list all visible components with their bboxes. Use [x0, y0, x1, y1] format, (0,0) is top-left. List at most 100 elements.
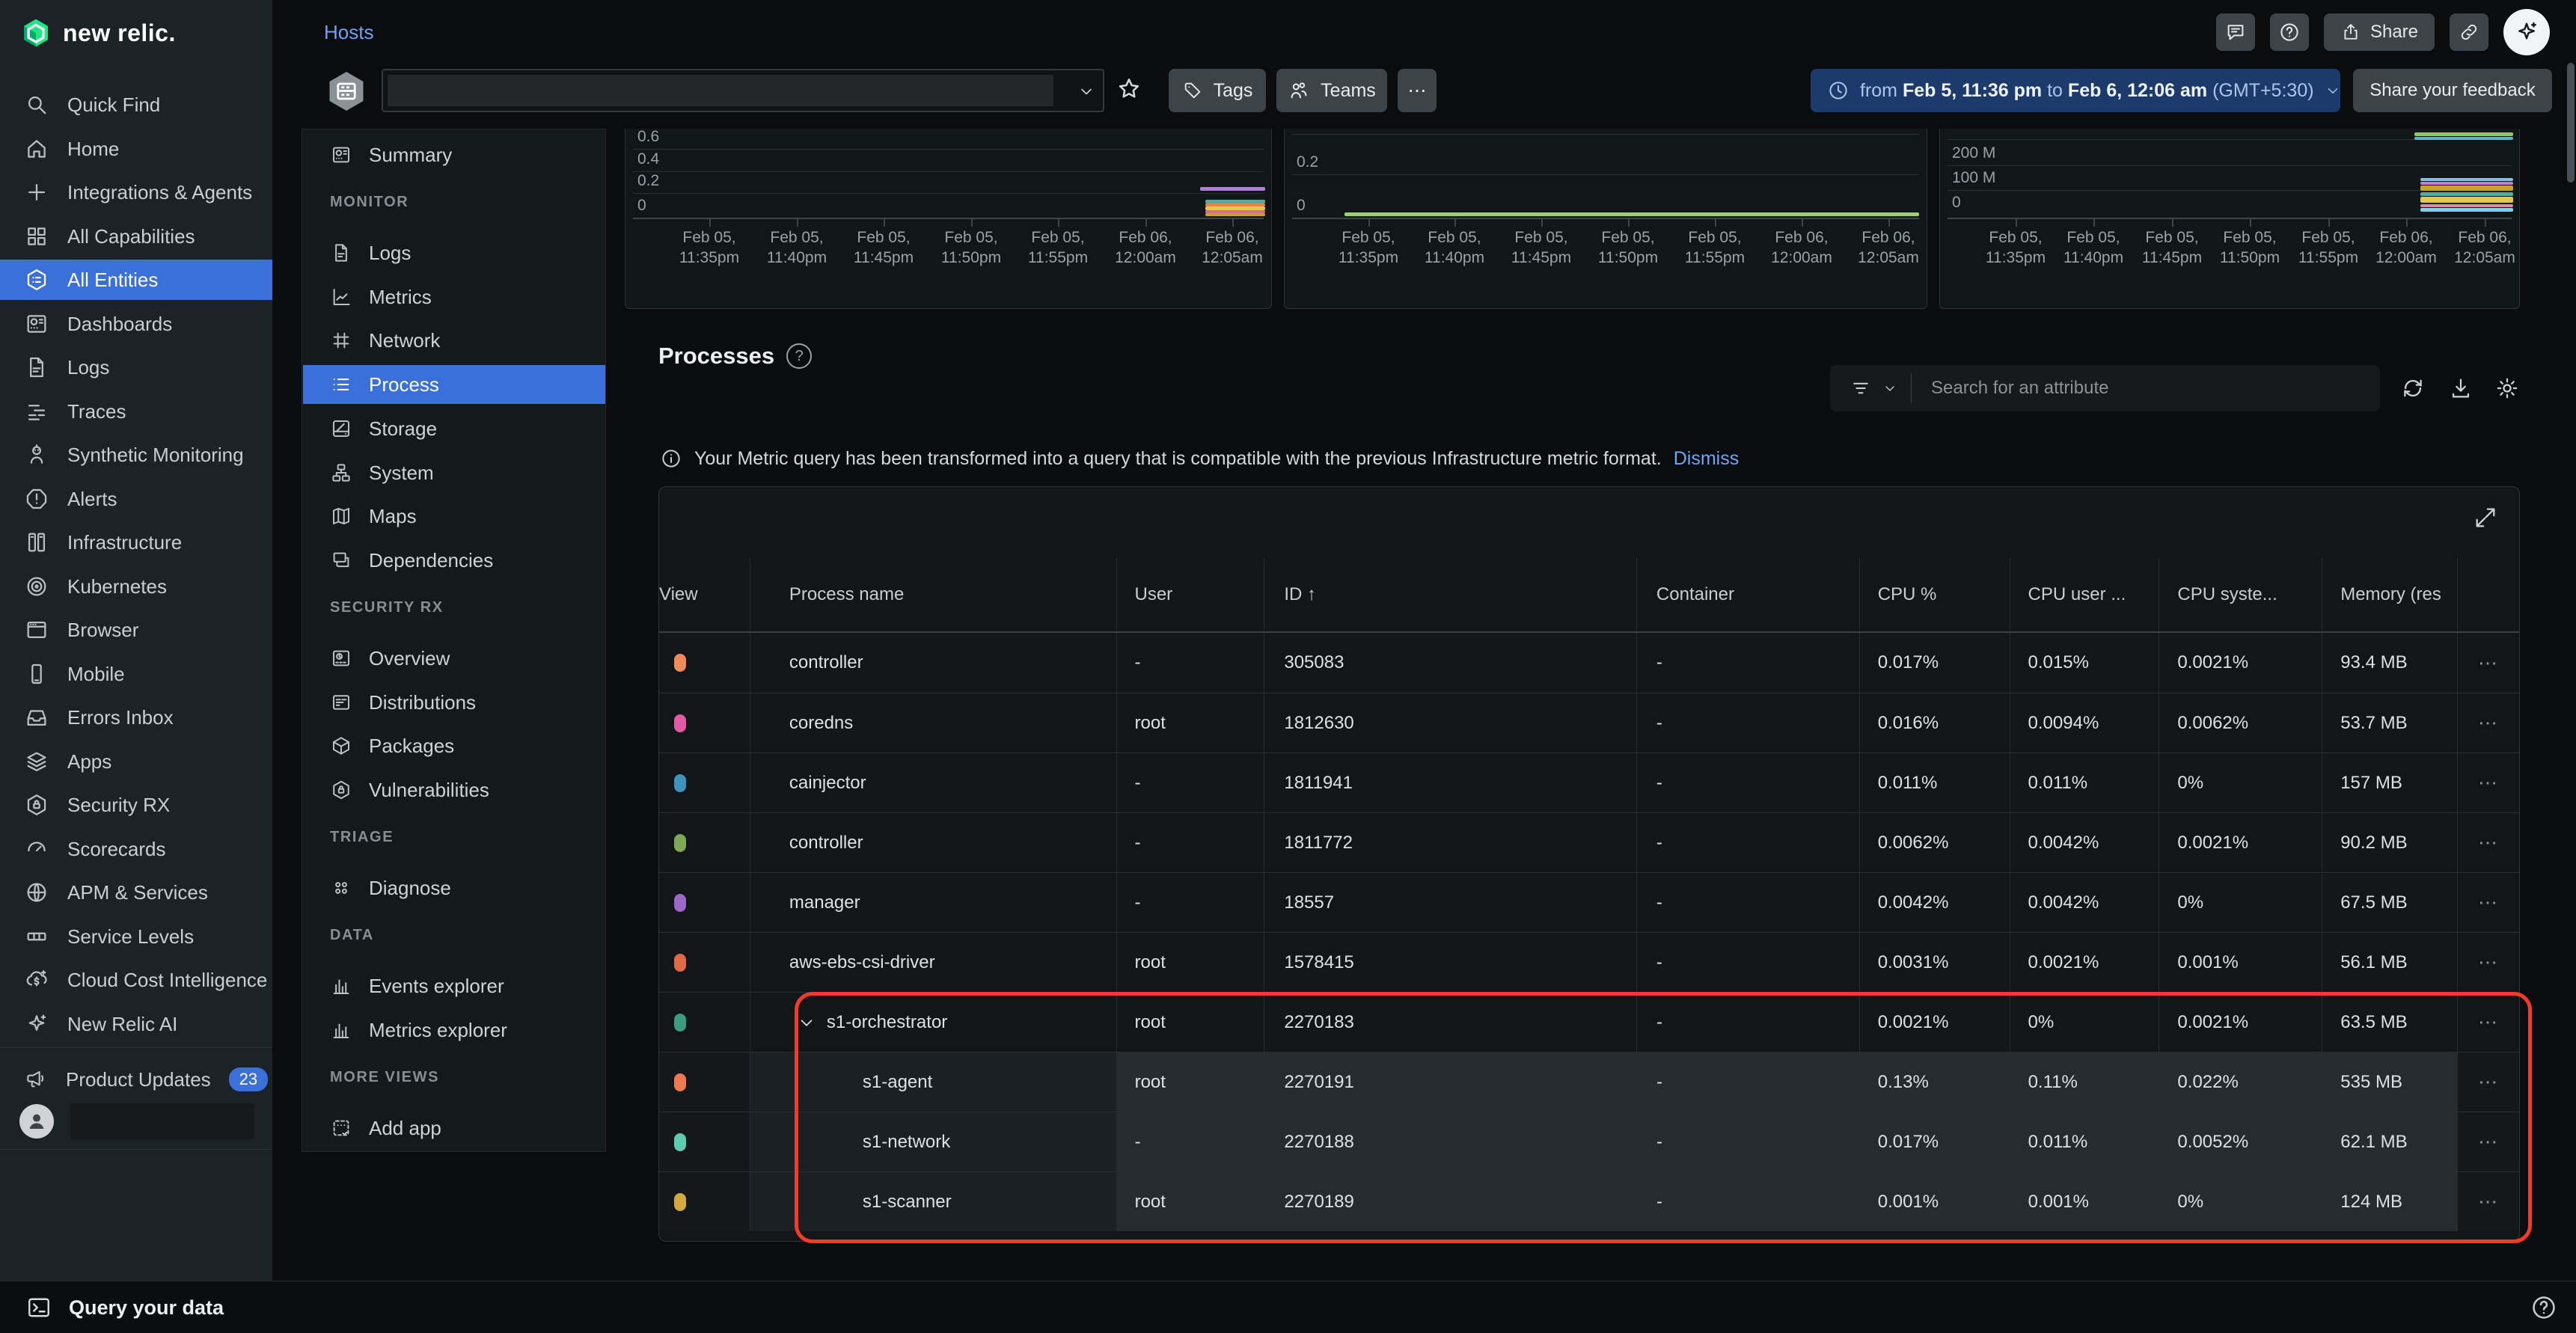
table-row-s1-orchestrator[interactable]: s1-orchestratorroot2270183-0.0021%0%0.00…	[659, 992, 2519, 1052]
host-nav-item-system[interactable]: System	[303, 453, 605, 492]
table-row-manager[interactable]: manager-18557-0.0042%0.0042%0%67.5 MB⋯	[659, 872, 2519, 932]
host-nav-item-events-explorer[interactable]: Events explorer	[303, 966, 605, 1005]
sidebar-item-product-updates[interactable]: Product Updates 23	[0, 1059, 272, 1100]
host-nav-item-distributions[interactable]: Distributions	[303, 683, 605, 722]
sidebar-item-synthetic-monitoring[interactable]: Synthetic Monitoring	[0, 435, 272, 475]
sidebar-item-scorecards[interactable]: Scorecards	[0, 829, 272, 869]
sidebar-item-apm-services[interactable]: APM & Services	[0, 872, 272, 913]
table-row-cainjector[interactable]: cainjector-1811941-0.011%0.011%0%157 MB⋯	[659, 753, 2519, 812]
help-button[interactable]	[2270, 13, 2309, 51]
user-account-row[interactable]	[0, 1101, 272, 1142]
sidebar-item-alerts[interactable]: Alerts	[0, 479, 272, 519]
filter-icon[interactable]	[1850, 377, 1872, 399]
new-relic-logo[interactable]: new relic.	[19, 16, 176, 49]
column-header-menu[interactable]	[2458, 558, 2519, 631]
host-nav-item-logs[interactable]: Logs	[303, 233, 605, 272]
sidebar-item-logs[interactable]: Logs	[0, 347, 272, 387]
chevron-down-icon[interactable]	[1882, 381, 1897, 396]
help-circle-icon[interactable]: ?	[786, 343, 812, 369]
row-menu-button[interactable]: ⋯	[2458, 993, 2519, 1052]
query-your-data-button[interactable]: Query your data	[25, 1294, 224, 1321]
sidebar-item-kubernetes[interactable]: Kubernetes	[0, 566, 272, 607]
feedback-button[interactable]: Share your feedback	[2353, 69, 2552, 112]
sidebar-item-service-levels[interactable]: Service Levels	[0, 916, 272, 957]
scrollbar-thumb[interactable]	[2567, 63, 2575, 183]
breadcrumb[interactable]: Hosts	[324, 21, 373, 44]
sidebar-item-all-entities[interactable]: All Entities	[0, 260, 272, 300]
more-actions-button[interactable]: ⋯	[1398, 69, 1437, 112]
column-header-view[interactable]: View	[659, 558, 750, 631]
row-menu-button[interactable]: ⋯	[2458, 693, 2519, 753]
table-row-s1-scanner[interactable]: s1-scannerroot2270189-0.001%0.001%0%124 …	[659, 1171, 2519, 1231]
column-header-cpu[interactable]: CPU %	[1860, 558, 2010, 631]
host-nav-item-maps[interactable]: Maps	[303, 497, 605, 536]
host-nav-item-dependencies[interactable]: Dependencies	[303, 541, 605, 580]
column-header-memory-res[interactable]: Memory (res	[2322, 558, 2458, 631]
sidebar-item-mobile[interactable]: Mobile	[0, 654, 272, 694]
host-nav-item-process[interactable]: Process	[303, 365, 605, 404]
table-row-controller[interactable]: controller-1811772-0.0062%0.0042%0.0021%…	[659, 812, 2519, 872]
feedback-comment-button[interactable]	[2216, 13, 2255, 51]
host-nav-item-summary[interactable]: Summary	[303, 135, 605, 174]
row-menu-button[interactable]: ⋯	[2458, 813, 2519, 872]
ai-assistant-button[interactable]	[2503, 9, 2550, 55]
host-nav-item-network[interactable]: Network	[303, 321, 605, 360]
column-header-process-name[interactable]: Process name	[750, 558, 1117, 631]
row-menu-button[interactable]: ⋯	[2458, 1172, 2519, 1231]
column-header-cpu-syste[interactable]: CPU syste...	[2159, 558, 2322, 631]
favorite-star-icon[interactable]	[1115, 75, 1143, 103]
table-row-controller[interactable]: controller-305083-0.017%0.015%0.0021%93.…	[659, 633, 2519, 693]
sidebar-item-quick-find[interactable]: Quick Find	[0, 85, 272, 125]
chevron-down-icon[interactable]	[797, 1013, 816, 1032]
host-nav-item-metrics[interactable]: Metrics	[303, 278, 605, 316]
time-range-picker[interactable]: from Feb 5, 11:36 pm to Feb 6, 12:06 am …	[1811, 69, 2340, 112]
sidebar-item-all-capabilities[interactable]: All Capabilities	[0, 216, 272, 257]
download-icon[interactable]	[2448, 376, 2473, 401]
sidebar-item-new-relic-ai[interactable]: New Relic AI	[0, 1004, 272, 1044]
sidebar-item-errors-inbox[interactable]: Errors Inbox	[0, 697, 272, 738]
table-row-s1-network[interactable]: s1-network-2270188-0.017%0.011%0.0052%62…	[659, 1112, 2519, 1171]
sidebar-item-security-rx[interactable]: Security RX	[0, 785, 272, 825]
row-menu-button[interactable]: ⋯	[2458, 873, 2519, 932]
sidebar-item-browser[interactable]: Browser	[0, 610, 272, 650]
host-selector[interactable]	[382, 69, 1104, 112]
teams-button[interactable]: Teams	[1276, 69, 1387, 112]
column-header-user[interactable]: User	[1117, 558, 1265, 631]
gear-icon[interactable]	[2494, 376, 2520, 401]
shieldhex-icon	[24, 792, 49, 818]
host-nav-item-packages[interactable]: Packages	[303, 726, 605, 765]
column-header-cpu-user[interactable]: CPU user ...	[2010, 558, 2160, 631]
row-menu-button[interactable]: ⋯	[2458, 933, 2519, 992]
search-input[interactable]	[1915, 377, 2337, 399]
sidebar-item-apps[interactable]: Apps	[0, 741, 272, 782]
sidebar-item-cloud-cost-intelligence[interactable]: Cloud Cost Intelligence	[0, 960, 272, 1000]
dismiss-link[interactable]: Dismiss	[1674, 448, 1740, 470]
row-menu-button[interactable]: ⋯	[2458, 753, 2519, 812]
row-menu-button[interactable]: ⋯	[2458, 1112, 2519, 1171]
host-nav-item-vulnerabilities[interactable]: Vulnerabilities	[303, 770, 605, 809]
table-row-coredns[interactable]: corednsroot1812630-0.016%0.0094%0.0062%5…	[659, 693, 2519, 753]
host-nav-item-storage[interactable]: Storage	[303, 409, 605, 448]
refresh-icon[interactable]	[2400, 376, 2426, 401]
sidebar-item-home[interactable]: Home	[0, 129, 272, 169]
table-row-s1-agent[interactable]: s1-agentroot2270191-0.13%0.11%0.022%535 …	[659, 1052, 2519, 1112]
expand-icon[interactable]	[2473, 505, 2498, 530]
host-nav-item-diagnose[interactable]: Diagnose	[303, 868, 605, 907]
view-cell	[659, 873, 750, 932]
host-nav-item-add-app[interactable]: Add app	[303, 1109, 605, 1147]
table-row-aws-ebs-csi-driver[interactable]: aws-ebs-csi-driverroot1578415-0.0031%0.0…	[659, 932, 2519, 992]
host-nav-item-metrics-explorer[interactable]: Metrics explorer	[303, 1011, 605, 1049]
row-menu-button[interactable]: ⋯	[2458, 1052, 2519, 1112]
share-button[interactable]: Share	[2324, 13, 2435, 51]
sidebar-item-integrations-agents[interactable]: Integrations & Agents	[0, 172, 272, 212]
row-menu-button[interactable]: ⋯	[2458, 633, 2519, 693]
column-header-id[interactable]: ID ↑	[1264, 558, 1637, 631]
host-nav-item-overview[interactable]: Overview	[303, 639, 605, 678]
help-circle-icon[interactable]	[2530, 1293, 2558, 1322]
sidebar-item-dashboards[interactable]: Dashboards	[0, 304, 272, 344]
column-header-container[interactable]: Container	[1637, 558, 1860, 631]
sidebar-item-traces[interactable]: Traces	[0, 391, 272, 432]
tags-button[interactable]: Tags	[1169, 69, 1266, 112]
copy-link-button[interactable]	[2450, 13, 2488, 51]
sidebar-item-infrastructure[interactable]: Infrastructure	[0, 522, 272, 563]
